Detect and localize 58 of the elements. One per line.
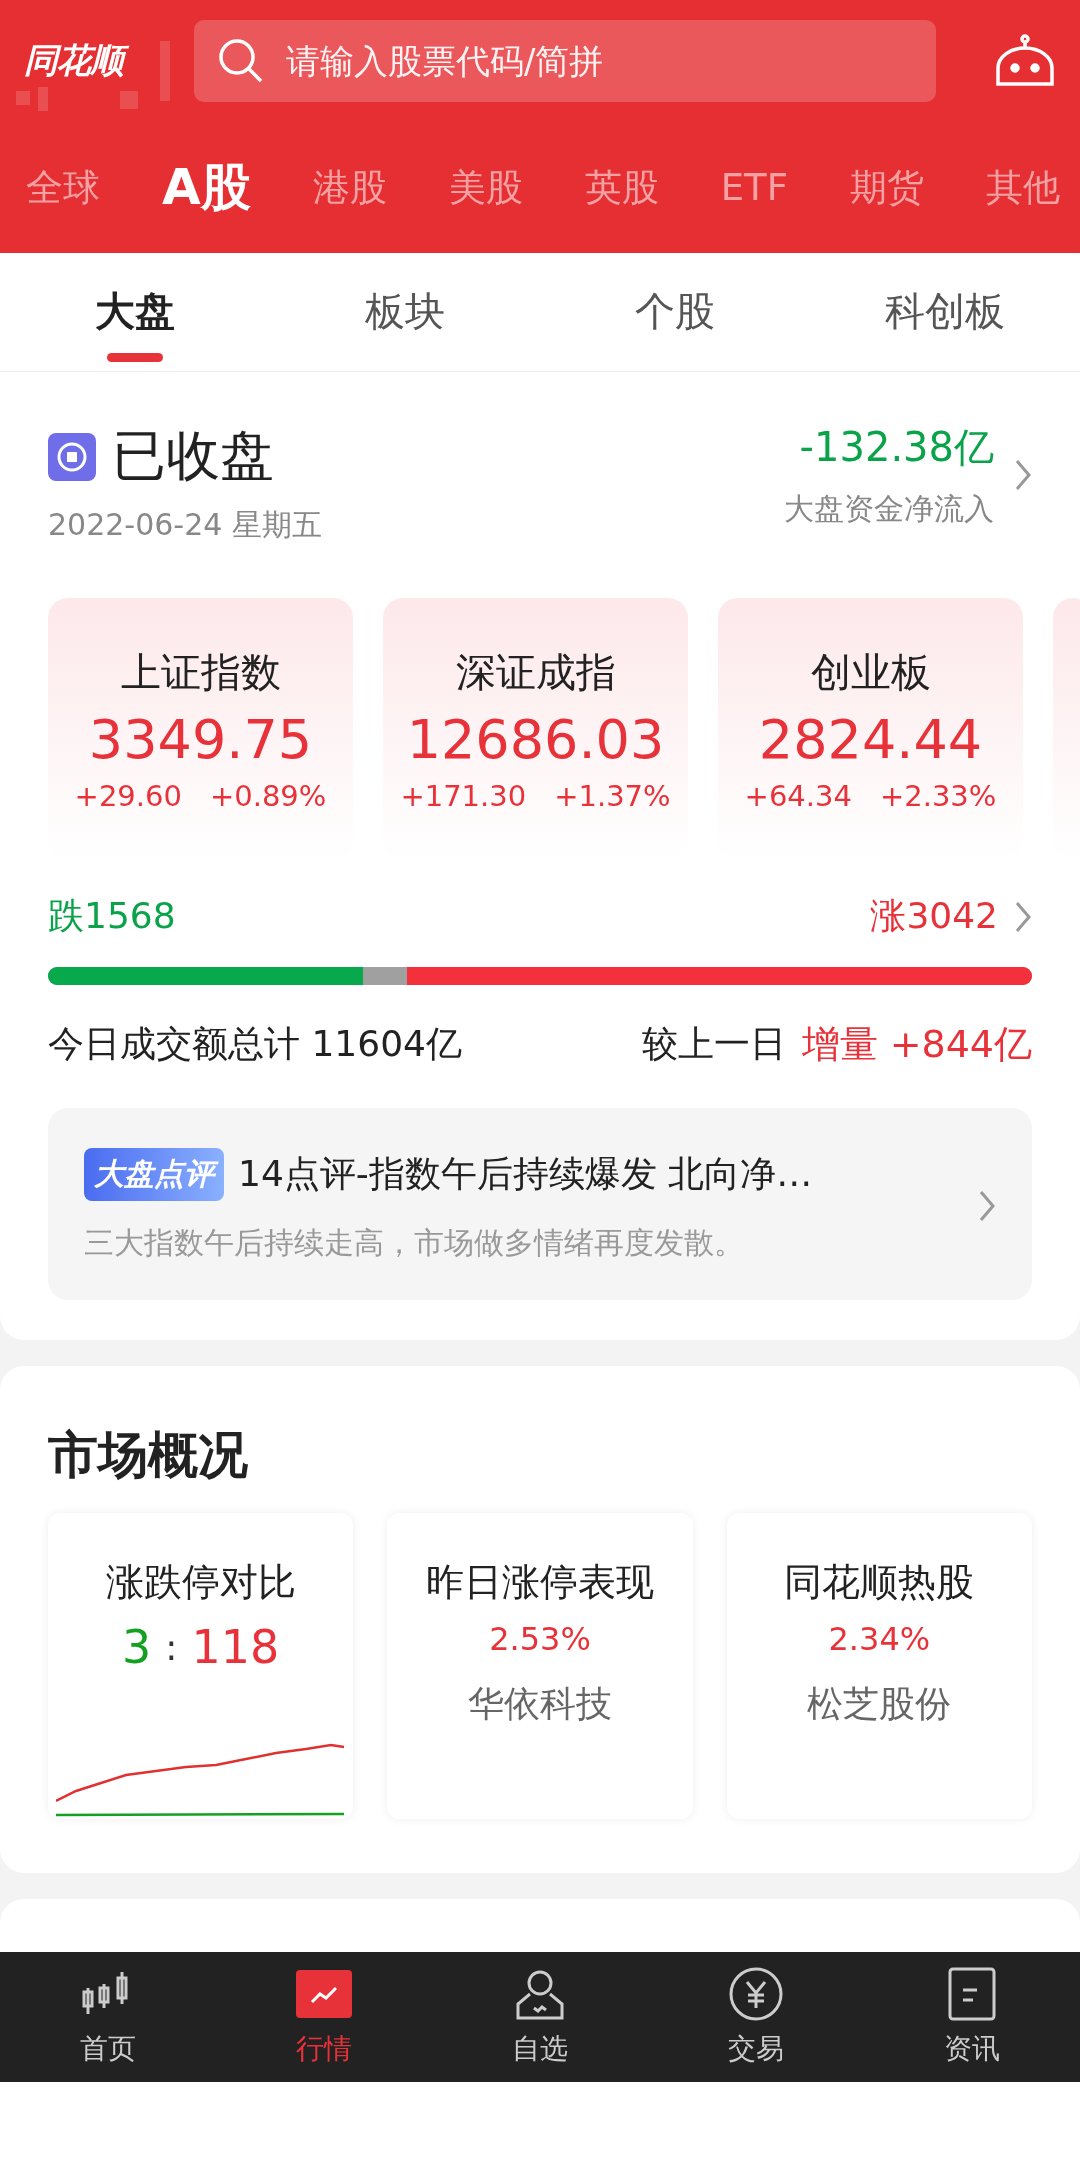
overview-card[interactable]: 涨跌停对比 3 : 118 <box>48 1513 354 1819</box>
index-percent: +2.33% <box>879 779 997 813</box>
card-title: 同花顺热股 <box>784 1559 975 1606</box>
overview-card[interactable]: 同花顺热股 2.34% 松芝股份 <box>726 1513 1032 1819</box>
chevron-icon <box>1014 458 1032 492</box>
nav-tab[interactable]: 交易 <box>728 2030 784 2068</box>
app-logo: 同花顺 <box>24 34 131 88</box>
limit-down-count: 3 <box>122 1620 152 1674</box>
turnover-total: 今日成交额总计 11604亿 <box>48 1022 462 1066</box>
tab-underline <box>107 353 163 362</box>
index-change: +64.34 <box>744 779 852 813</box>
sub-tab[interactable]: 大盘 <box>95 284 175 339</box>
index-percent: +1.37% <box>554 779 671 813</box>
sub-tab[interactable]: 科创板 <box>885 284 1005 339</box>
card-title: 涨跌停对比 <box>105 1559 296 1606</box>
index-name: 创业板 <box>810 648 931 697</box>
index-change: +29.60 <box>74 779 182 813</box>
card-title: 昨日涨停表现 <box>426 1559 654 1606</box>
section-title: 市场概况 <box>48 1425 249 1486</box>
sub-tab[interactable]: 板块 <box>365 284 445 339</box>
index-price: 12686.03 <box>406 708 665 771</box>
trade-date: 2022-06-24 星期五 <box>48 506 322 544</box>
document-icon <box>947 1966 997 2022</box>
ratio-separator: : <box>165 1626 178 1668</box>
net-flow-value: -132.38亿 <box>799 423 994 472</box>
commentary-title: 14点评-指数午后持续爆发 北向净… <box>238 1152 813 1196</box>
index-price: 3349.75 <box>88 708 313 771</box>
overview-card[interactable]: 昨日涨停表现 2.53% 华依科技 <box>387 1513 693 1819</box>
nav-tab[interactable]: 自选 <box>512 2030 568 2068</box>
turnover-delta: 增量 +844亿 <box>801 1021 1032 1068</box>
stock-name: 松芝股份 <box>807 1682 952 1726</box>
market-tab[interactable]: A股 <box>162 154 251 221</box>
chevron-icon <box>1014 899 1032 934</box>
nav-tab[interactable]: 首页 <box>80 2030 136 2068</box>
nav-tab[interactable]: 资讯 <box>944 2030 1000 2068</box>
commentary-badge: 大盘点评 <box>84 1148 224 1201</box>
index-change: +171.30 <box>400 779 527 813</box>
compare-label: 较上一日 <box>641 1022 786 1066</box>
commentary-card[interactable]: 大盘点评 14点评-指数午后持续爆发 北向净… 三大指数午后持续走高，市场做多情绪再度发散。 <box>48 1108 1032 1300</box>
card-value: 2.53% <box>489 1620 591 1658</box>
chevron-icon <box>978 1189 996 1223</box>
net-flow-label: 大盘资金净流入 <box>784 490 994 528</box>
rise-count: 涨3042 <box>870 894 998 938</box>
card-value: 2.34% <box>828 1620 931 1658</box>
market-status: 已收盘 <box>112 423 274 489</box>
nav-tab[interactable]: 行情 <box>296 2030 352 2068</box>
stock-name: 华依科技 <box>468 1682 612 1726</box>
yen-coin-icon <box>728 1966 784 2022</box>
fall-count: 跌1568 <box>48 894 176 938</box>
robot-icon[interactable] <box>994 34 1056 88</box>
index-percent: +0.89% <box>209 779 327 813</box>
index-name: 上证指数 <box>120 648 281 697</box>
commentary-summary: 三大指数午后持续走高，市场做多情绪再度发散。 <box>84 1224 745 1262</box>
limit-up-count: 118 <box>191 1620 280 1674</box>
index-name: 深证成指 <box>455 648 616 697</box>
stop-icon <box>48 432 96 481</box>
sub-tab[interactable]: 个股 <box>635 284 715 339</box>
index-price: 2824.44 <box>758 708 983 771</box>
